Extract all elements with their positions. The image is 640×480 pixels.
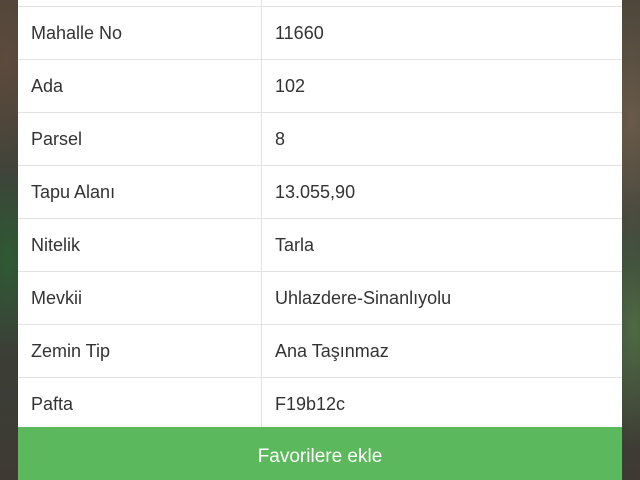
row-label: Mahalle No <box>18 7 262 59</box>
add-to-favorites-button[interactable]: Favorilere ekle <box>18 427 622 480</box>
table-row-mevkii: Mevkii Uhlazdere-Sinanlıyolu <box>18 272 622 325</box>
row-label: Pafta <box>18 378 262 430</box>
parcel-details-panel: Mahalle No 11660 Ada 102 Parsel 8 Tapu A… <box>18 0 622 480</box>
row-label: Parsel <box>18 113 262 165</box>
row-label: Zemin Tip <box>18 325 262 377</box>
row-label: Ada <box>18 60 262 112</box>
row-value: 11660 <box>275 22 324 43</box>
table-row-pafta: Pafta F19b12c <box>18 378 622 431</box>
parcel-details-table: Mahalle No 11660 Ada 102 Parsel 8 Tapu A… <box>18 0 622 431</box>
table-row-ada: Ada 102 <box>18 60 622 113</box>
row-label: Tapu Alanı <box>18 166 262 218</box>
table-row-nitelik: Nitelik Tarla <box>18 219 622 272</box>
table-cell-value <box>262 0 622 6</box>
row-label: Nitelik <box>18 219 262 271</box>
row-value: Ana Taşınmaz <box>275 340 389 361</box>
table-row-partial <box>18 0 622 7</box>
row-value: 102 <box>275 75 306 96</box>
row-value: F19b12c <box>275 393 346 414</box>
row-value: Tarla <box>275 234 315 255</box>
table-cell-label <box>18 0 262 6</box>
row-value: 8 <box>275 128 286 149</box>
table-row-tapu-alani: Tapu Alanı 13.055,90 <box>18 166 622 219</box>
row-label: Mevkii <box>18 272 262 324</box>
row-value: 13.055,90 <box>275 181 356 202</box>
table-row-mahalle-no: Mahalle No 11660 <box>18 7 622 60</box>
table-row-parsel: Parsel 8 <box>18 113 622 166</box>
row-value: Uhlazdere-Sinanlıyolu <box>275 287 452 308</box>
table-row-zemin-tip: Zemin Tip Ana Taşınmaz <box>18 325 622 378</box>
